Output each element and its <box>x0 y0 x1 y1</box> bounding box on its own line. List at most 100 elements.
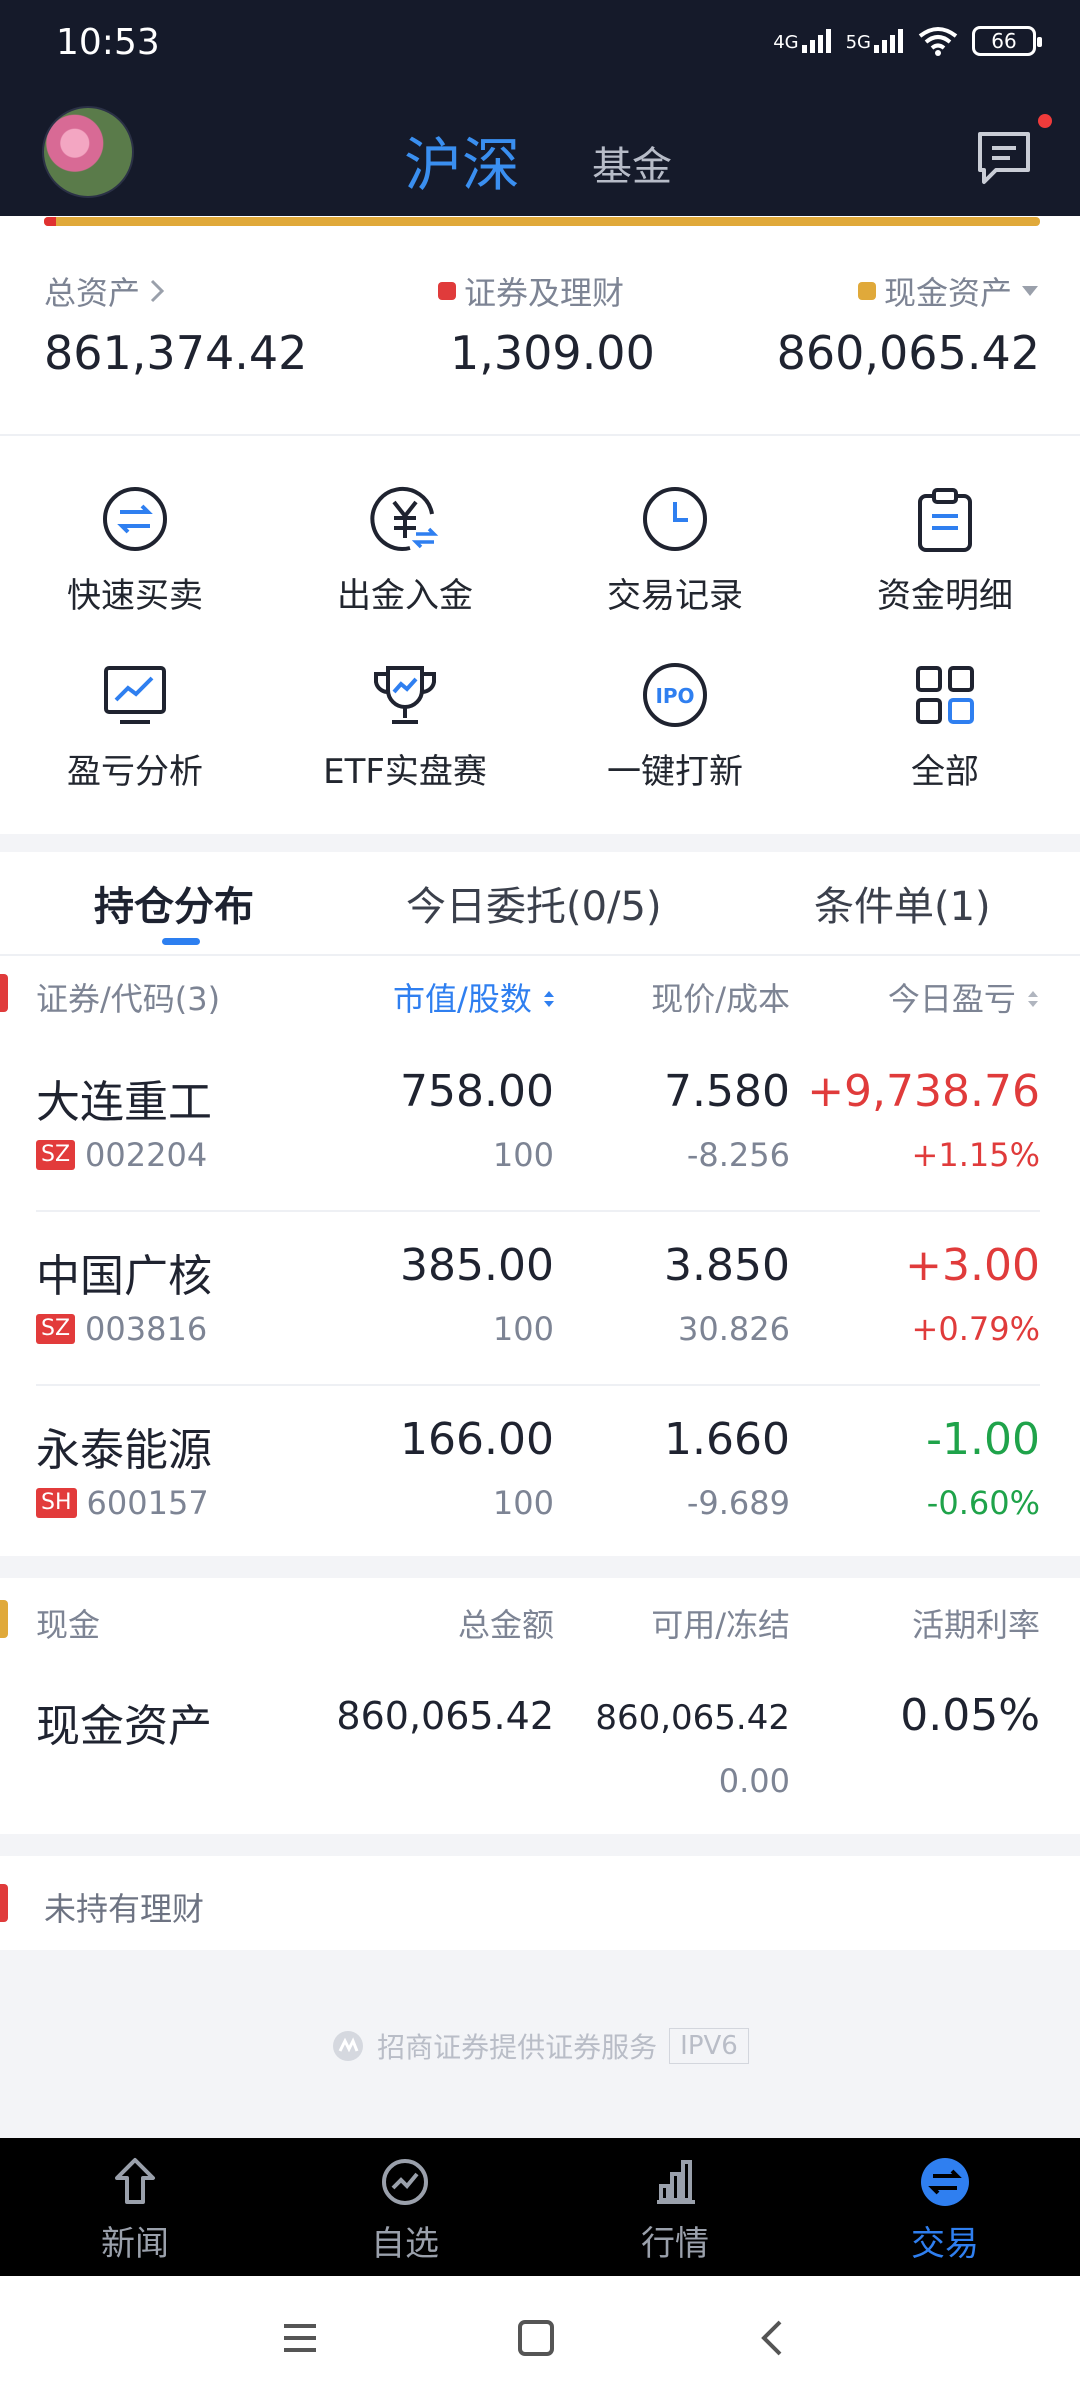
cash-row-name: 现金资产 <box>36 1701 212 1752</box>
market-value: 166.00 <box>400 1414 554 1465</box>
chart-monitor-icon <box>104 666 166 724</box>
fund-details-label: 资金明细 <box>877 576 1013 616</box>
network-4g-label: 4G <box>773 32 799 53</box>
current-price: 1.660 <box>664 1414 790 1465</box>
stock-code: SH 600157 <box>36 1484 209 1522</box>
cash-assets-text: 现金资产 <box>883 274 1012 312</box>
deposit-withdraw-label: 出金入金 <box>337 576 473 616</box>
current-price: 3.850 <box>664 1240 790 1291</box>
footer-brand-text: 招商证券提供证券服务 <box>377 2031 658 2064</box>
market-value-sort[interactable]: 市值/股数 <box>393 974 556 1020</box>
swap-icon <box>103 487 167 551</box>
etf-contest-label: ETF实盘赛 <box>323 752 487 792</box>
shares: 100 <box>492 1310 554 1348</box>
news-icon <box>115 2158 155 2204</box>
section-gap <box>0 1834 1080 1856</box>
battery-level: 66 <box>991 29 1017 53</box>
tab-hushen[interactable]: 沪深 <box>404 118 520 202</box>
nav-news[interactable]: 新闻 <box>0 2156 270 2265</box>
wifi-icon <box>918 27 958 56</box>
nav-watchlist[interactable]: 自选 <box>270 2156 540 2265</box>
market-icon <box>657 2160 695 2204</box>
today-pl-pct: -0.60% <box>926 1484 1040 1522</box>
total-assets-value: 861,374.42 <box>44 326 308 380</box>
all-functions-button[interactable]: 全部 <box>810 660 1080 793</box>
today-pl-pct: +0.79% <box>911 1310 1040 1348</box>
message-icon[interactable] <box>974 128 1034 188</box>
cash-total-value: 860,065.42 <box>336 1694 554 1738</box>
tab-fund[interactable]: 基金 <box>592 134 672 192</box>
stock-code: SZ 002204 <box>36 1136 207 1174</box>
quick-trade-button[interactable]: 快速买卖 <box>0 484 270 617</box>
no-wealth-label: 未持有理财 <box>44 1890 205 1928</box>
securities-marker <box>0 974 8 1012</box>
cash-assets-value: 860,065.42 <box>776 326 1040 380</box>
status-icons: 4G 5G 66 <box>773 26 1042 56</box>
caret-down-icon <box>1022 286 1038 296</box>
network-5g-label: 5G <box>845 32 871 53</box>
stock-name: 大连重工 <box>36 1077 212 1128</box>
footer-brand: 招商证券提供证券服务 IPV6 <box>0 2026 1080 2066</box>
nav-trade-label: 交易 <box>911 2224 979 2264</box>
etf-contest-button[interactable]: ETF实盘赛 <box>270 660 540 793</box>
market-value-header: 市值/股数 <box>393 980 532 1018</box>
nav-market[interactable]: 行情 <box>540 2156 810 2265</box>
avatar[interactable] <box>42 106 134 198</box>
market-value: 758.00 <box>400 1066 554 1117</box>
cash-available-value: 860,065.42 <box>595 1698 790 1738</box>
securities-label: 证券及理财 <box>438 268 624 314</box>
exchange-badge: SZ <box>36 1140 76 1170</box>
cash-available-header: 可用/冻结 <box>651 1606 790 1644</box>
nav-news-label: 新闻 <box>101 2224 169 2264</box>
deposit-withdraw-button[interactable]: 出金入金 <box>270 484 540 617</box>
stock-code-value: 003816 <box>85 1310 208 1348</box>
sort-icon <box>1028 991 1038 1007</box>
tab-positions[interactable]: 持仓分布 <box>94 874 254 932</box>
nav-trade[interactable]: 交易 <box>810 2156 1080 2265</box>
cash-section-title: 现金 <box>36 1606 101 1644</box>
exchange-badge: SH <box>36 1488 77 1518</box>
sort-icon <box>544 991 554 1007</box>
current-price: 7.580 <box>664 1066 790 1117</box>
ipo-subscribe-button[interactable]: IPO 一键打新 <box>540 660 810 793</box>
home-icon[interactable] <box>516 2318 556 2358</box>
trade-icon <box>921 2158 969 2206</box>
today-pl: -1.00 <box>926 1414 1040 1465</box>
pl-analysis-button[interactable]: 盈亏分析 <box>0 660 270 793</box>
menu-icon[interactable] <box>280 2318 320 2358</box>
stock-code-value: 002204 <box>85 1136 208 1174</box>
cost-price: -8.256 <box>686 1136 790 1174</box>
pl-analysis-label: 盈亏分析 <box>67 752 203 792</box>
stock-code-value: 600157 <box>86 1484 209 1522</box>
market-value: 385.00 <box>400 1240 554 1291</box>
trophy-icon <box>374 666 436 724</box>
total-assets-text: 总资产 <box>44 274 141 312</box>
cost-price: 30.826 <box>678 1310 790 1348</box>
tab-conditional-orders[interactable]: 条件单(1) <box>814 874 991 932</box>
notification-dot <box>1038 114 1052 128</box>
divider <box>0 954 1080 956</box>
securities-value: 1,309.00 <box>450 326 655 380</box>
cash-assets-label[interactable]: 现金资产 <box>857 268 1040 314</box>
stock-code: SZ 003816 <box>36 1310 207 1348</box>
today-pl-header: 今日盈亏 <box>887 980 1016 1018</box>
back-icon[interactable] <box>752 2318 792 2358</box>
svg-text:IPO: IPO <box>655 684 694 708</box>
stock-name: 中国广核 <box>36 1251 212 1302</box>
today-pl-sort[interactable]: 今日盈亏 <box>888 974 1040 1020</box>
tab-today-orders[interactable]: 今日委托(0/5) <box>406 874 662 932</box>
wealth-marker <box>0 1884 8 1922</box>
chevron-right-icon <box>150 279 165 303</box>
cash-dot <box>857 282 876 300</box>
status-bar: 10:53 4G 5G 66 <box>0 0 1080 92</box>
today-pl: +3.00 <box>905 1240 1040 1291</box>
network-4g-icon: 4G <box>773 29 831 53</box>
divider <box>0 434 1080 436</box>
trade-records-button[interactable]: 交易记录 <box>540 484 810 617</box>
grid-icon <box>916 666 974 724</box>
status-time: 10:53 <box>56 22 160 63</box>
today-pl-pct: +1.15% <box>911 1136 1040 1174</box>
total-assets-label[interactable]: 总资产 <box>44 268 166 314</box>
brand-logo-icon <box>333 2031 364 2061</box>
fund-details-button[interactable]: 资金明细 <box>810 484 1080 617</box>
